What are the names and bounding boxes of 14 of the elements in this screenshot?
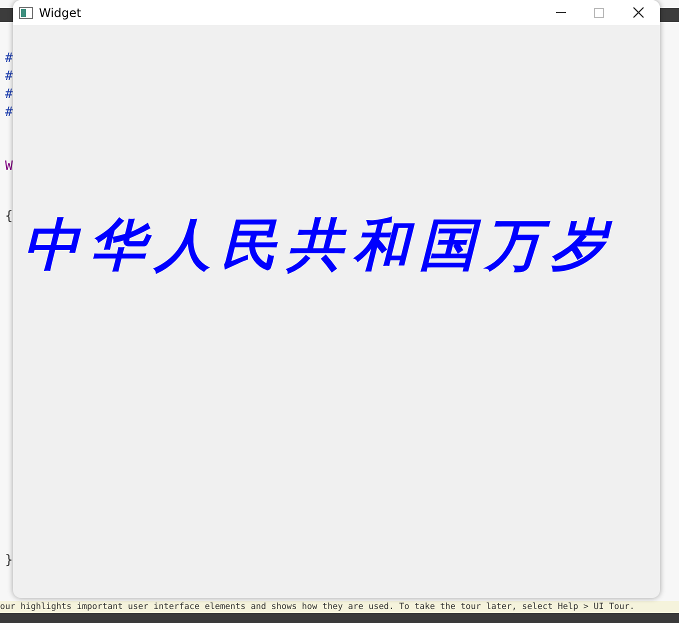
code-text: W bbox=[5, 160, 14, 174]
minimize-icon bbox=[556, 12, 566, 14]
window-title: Widget bbox=[39, 4, 82, 22]
code-text: # bbox=[5, 106, 14, 120]
code-text: } bbox=[5, 554, 14, 568]
tour-notice: our highlights important user interface elements and shows how they are used. To take the tour later, select Help > UI Tour. bbox=[0, 602, 635, 612]
code-text: # bbox=[5, 52, 14, 66]
code-text: # bbox=[5, 70, 14, 84]
code-text: # bbox=[5, 88, 14, 102]
maximize-icon bbox=[594, 8, 604, 18]
code-text: { bbox=[5, 210, 14, 224]
window-icon bbox=[19, 6, 33, 18]
close-icon bbox=[632, 7, 644, 18]
slogan-text: 中华人民共和国万岁 bbox=[23, 213, 618, 279]
